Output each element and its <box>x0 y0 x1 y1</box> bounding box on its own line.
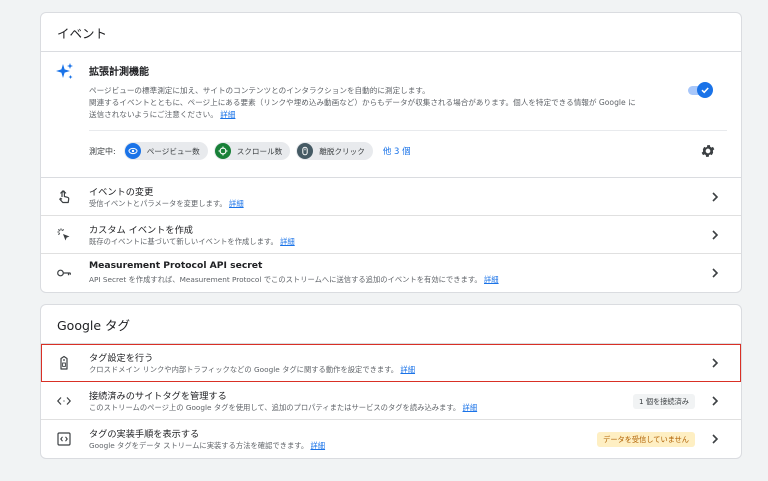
crosshair-icon <box>214 143 231 159</box>
toggle-knob <box>697 82 713 98</box>
row-details-link[interactable]: 詳細 <box>400 365 415 374</box>
touch-icon <box>59 190 70 204</box>
view-tag-instructions-row[interactable]: タグの実装手順を表示する Google タグをデータ ストリームに実装する方法を… <box>41 420 741 458</box>
sparkle-icon <box>56 63 73 79</box>
row-title: イベントの変更 <box>89 187 154 198</box>
chip-outbound-clicks[interactable]: 離脱クリック <box>296 142 373 160</box>
row-title: Measurement Protocol API secret <box>89 260 263 271</box>
row-description: Google タグをデータ ストリームに実装する方法を確認できます。 詳細 <box>89 441 325 451</box>
eye-icon <box>124 143 141 159</box>
enhanced-details-link[interactable]: 詳細 <box>220 110 235 119</box>
chevron-right-icon <box>712 230 719 240</box>
create-custom-event-row[interactable]: カスタム イベントを作成 既存のイベントに基づいて新しいイベントを作成します。 … <box>41 216 741 254</box>
chevron-right-icon <box>712 434 719 444</box>
chip-label: 離脱クリック <box>319 146 365 156</box>
row-details-link[interactable]: 詳細 <box>310 441 325 450</box>
enhanced-measurement-toggle[interactable] <box>688 82 713 98</box>
row-desc-text: Google タグをデータ ストリームに実装する方法を確認できます。 <box>89 441 309 450</box>
event-modify-row[interactable]: イベントの変更 受信イベントとパラメータを変更します。 詳細 <box>41 178 741 216</box>
row-details-link[interactable]: 詳細 <box>484 275 499 284</box>
row-description: このストリームのページ上の Google タグを使用して、追加のプロパティまたは… <box>89 403 477 413</box>
row-desc-text: 受信イベントとパラメータを変更します。 <box>89 199 227 208</box>
row-desc-text: クロスドメイン リンクや内部トラフィックなどの Google タグに関する動作を… <box>89 365 399 374</box>
chip-scrolls[interactable]: スクロール数 <box>213 142 291 160</box>
chevron-right-icon <box>712 268 719 278</box>
row-description: クロスドメイン リンクや内部トラフィックなどの Google タグに関する動作を… <box>89 365 415 375</box>
desc-line-2: 関連するイベントとともに、ページ上にある要素（リンクや埋め込み動画など）からもデ… <box>89 98 636 107</box>
manage-connected-site-tags-row[interactable]: 接続済みのサイトタグを管理する このストリームのページ上の Google タグを… <box>41 382 741 420</box>
code-icon <box>56 397 72 405</box>
events-card: イベント 拡張計測機能 ページビューの標準測定に加え、サイトのコンテンツとのイン… <box>40 12 742 293</box>
row-desc-text: このストリームのページ上の Google タグを使用して、追加のプロパティまたは… <box>89 403 461 412</box>
chevron-right-icon <box>712 192 719 202</box>
section-divider <box>89 130 727 131</box>
measurement-protocol-row[interactable]: Measurement Protocol API secret API Secr… <box>41 254 741 292</box>
tag-icon <box>60 355 68 370</box>
row-desc-text: 既存のイベントに基づいて新しいイベントを作成します。 <box>89 237 278 246</box>
row-description: API Secret を作成すれば、Measurement Protocol で… <box>89 275 499 285</box>
row-details-link[interactable]: 詳細 <box>229 199 244 208</box>
google-tag-card-title: Google タグ <box>41 305 741 344</box>
desc-line-3-text: 送信されないようにご注意ください。 <box>89 110 218 119</box>
enhanced-measurement-description: ページビューの標準測定に加え、サイトのコンテンツとのインタラクションを自動的に測… <box>89 85 689 121</box>
chip-page-views[interactable]: ページビュー数 <box>123 142 208 160</box>
desc-line-1: ページビューの標準測定に加え、サイトのコンテンツとのインタラクションを自動的に測… <box>89 86 430 95</box>
chip-label: ページビュー数 <box>146 146 200 156</box>
configure-tag-settings-row[interactable]: タグ設定を行う クロスドメイン リンクや内部トラフィックなどの Google タ… <box>41 344 741 382</box>
row-details-link[interactable]: 詳細 <box>280 237 295 246</box>
chevron-right-icon <box>712 396 719 406</box>
row-title: カスタム イベントを作成 <box>89 225 193 236</box>
row-description: 既存のイベントに基づいて新しいイベントを作成します。 詳細 <box>89 237 295 247</box>
row-details-link[interactable]: 詳細 <box>463 403 478 412</box>
check-icon <box>701 87 709 94</box>
row-desc-text: API Secret を作成すれば、Measurement Protocol で… <box>89 275 482 284</box>
chevron-right-icon <box>712 358 719 368</box>
desc-line-3: 送信されないようにご注意ください。 詳細 <box>89 109 689 121</box>
code-box-icon <box>57 432 71 446</box>
row-description: 受信イベントとパラメータを変更します。 詳細 <box>89 199 244 209</box>
enhanced-measurement-title: 拡張計測機能 <box>89 67 149 78</box>
chip-label: スクロール数 <box>236 146 283 156</box>
row-title: タグの実装手順を表示する <box>89 429 200 440</box>
row-title: タグ設定を行う <box>89 353 154 364</box>
click-sparkle-icon <box>57 228 70 241</box>
row-title: 接続済みのサイトタグを管理する <box>89 391 227 402</box>
gear-icon[interactable] <box>700 143 716 159</box>
measuring-label: 測定中: <box>89 146 116 156</box>
no-data-status-badge: データを受信していません <box>597 432 695 447</box>
enhanced-measurement-section: 拡張計測機能 ページビューの標準測定に加え、サイトのコンテンツとのインタラクショ… <box>41 52 741 178</box>
more-events-link[interactable]: 他 3 個 <box>383 145 411 157</box>
measuring-chips: 測定中: ページビュー数 スクロール数 離脱クリック 他 3 個 <box>89 142 411 160</box>
mouse-icon <box>297 143 314 159</box>
events-card-title: イベント <box>41 13 741 52</box>
google-tag-card: Google タグ タグ設定を行う クロスドメイン リンクや内部トラフィックなど… <box>40 304 742 459</box>
connected-count-badge: 1 個を接続済み <box>633 394 695 409</box>
key-icon <box>57 269 71 277</box>
